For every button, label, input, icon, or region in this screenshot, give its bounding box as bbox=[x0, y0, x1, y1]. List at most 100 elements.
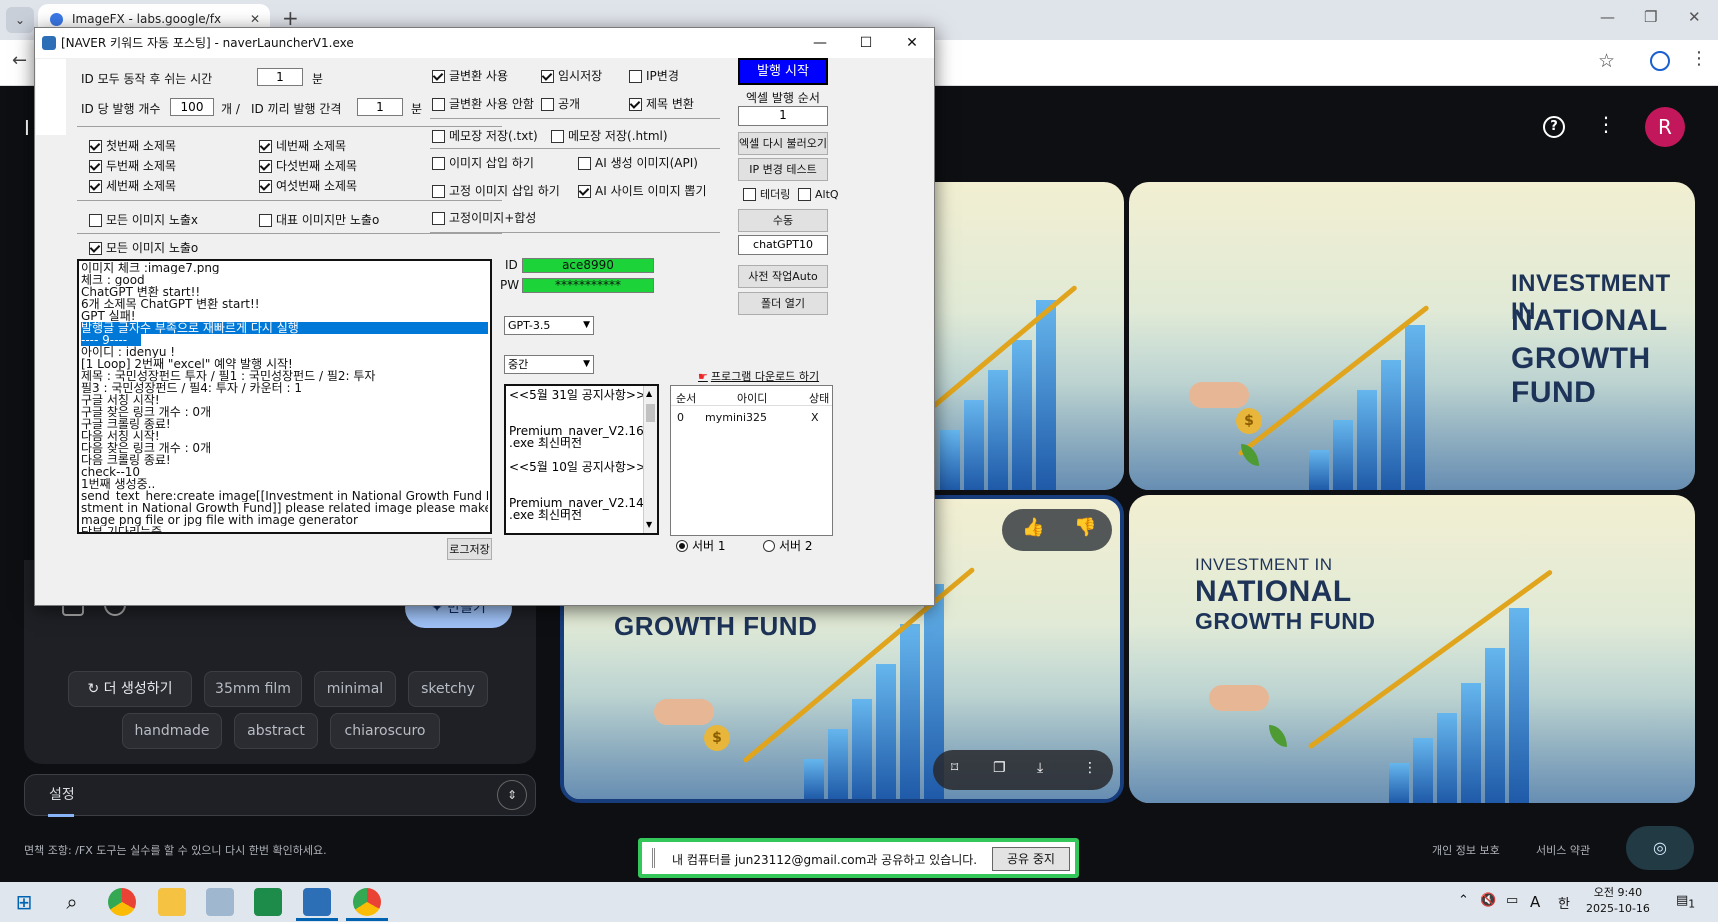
server2-radio[interactable]: 서버 2 bbox=[763, 540, 813, 552]
chatgpt-field[interactable]: chatGPT10 bbox=[738, 235, 828, 255]
generated-image-4[interactable]: INVESTMENT IN NATIONAL GROWTH FUND bbox=[1129, 495, 1695, 803]
naver-launcher-icon[interactable] bbox=[303, 888, 331, 916]
open-folder-button[interactable]: 폴더 열기 bbox=[738, 292, 828, 315]
chip-minimal[interactable]: minimal bbox=[314, 671, 396, 707]
account-grid[interactable]: 순서 아이디 상태 0 mymini325 X bbox=[670, 385, 833, 536]
notification-icon[interactable]: ▤1 bbox=[1676, 893, 1695, 911]
ime-mode-han[interactable]: 한 bbox=[1558, 893, 1570, 912]
length-select[interactable]: 중간 ▼ bbox=[504, 355, 594, 374]
sentence-transform-use-checkbox[interactable]: 글변환 사용 bbox=[432, 70, 508, 83]
help-icon[interactable]: ? bbox=[1543, 116, 1565, 138]
log-save-button[interactable]: 로그저장 bbox=[447, 538, 492, 560]
image-insert-checkbox[interactable]: 이미지 삽입 하기 bbox=[432, 157, 534, 170]
tab-search-dropdown[interactable]: ⌄ bbox=[6, 7, 34, 33]
pre-work-auto-button[interactable]: 사전 작업Auto bbox=[738, 265, 828, 288]
scroll-up-icon[interactable]: ▲ bbox=[646, 388, 652, 400]
privacy-link[interactable]: 개인 정보 보호 bbox=[1432, 842, 1500, 858]
volume-icon[interactable]: 🔇 bbox=[1480, 893, 1496, 908]
browser-menu-icon[interactable]: ⋮ bbox=[1690, 48, 1708, 69]
back-button[interactable]: ← bbox=[12, 50, 27, 71]
image-more-icon[interactable]: ⋮ bbox=[1083, 760, 1097, 776]
memo-txt-checkbox[interactable]: 메모장 저장(.txt) bbox=[432, 130, 538, 143]
settings-panel[interactable]: 설정 bbox=[24, 774, 536, 816]
pw-field[interactable]: *********** bbox=[522, 278, 654, 293]
manual-button[interactable]: 수동 bbox=[738, 209, 828, 232]
excel-order-input[interactable]: 1 bbox=[738, 106, 828, 126]
terms-link[interactable]: 서비스 약관 bbox=[1536, 842, 1590, 858]
sub1-checkbox[interactable]: 첫번째 소제목 bbox=[89, 140, 176, 153]
all-images-shown-checkbox[interactable]: 모든 이미지 노출o bbox=[89, 242, 198, 255]
avatar[interactable]: R bbox=[1645, 107, 1685, 147]
window-maximize-icon[interactable]: ☐ bbox=[843, 28, 889, 58]
chip-sketchy[interactable]: sketchy bbox=[408, 671, 488, 707]
chip-35mm-film[interactable]: 35mm film bbox=[204, 671, 302, 707]
temp-save-checkbox[interactable]: 임시저장 bbox=[541, 70, 602, 83]
sub6-checkbox[interactable]: 여섯번째 소제목 bbox=[259, 180, 357, 193]
altq-checkbox[interactable]: AltQ bbox=[798, 188, 839, 201]
program-download-link[interactable]: ☛ 프로그램 다운로드 하기 bbox=[698, 368, 819, 384]
expand-icon[interactable]: ⇕ bbox=[497, 780, 527, 810]
window-title-bar[interactable]: [NAVER 키워드 자동 포스팅] - naverLauncherV1.exe… bbox=[35, 28, 934, 58]
copy-image-icon[interactable]: ❐ bbox=[993, 760, 1006, 776]
generate-more-chip[interactable]: ↻ 더 생성하기 bbox=[68, 671, 192, 707]
ime-mode-a[interactable]: A bbox=[1530, 893, 1540, 911]
download-icon[interactable]: ⤓ bbox=[1037, 760, 1043, 776]
log-output[interactable]: 이미지 체크 :image7.png 체크 : good ChatGPT 변환 … bbox=[77, 259, 492, 534]
feedback-button[interactable]: ◎ bbox=[1626, 826, 1694, 870]
profile-icon[interactable] bbox=[1650, 51, 1670, 71]
scroll-down-icon[interactable]: ▼ bbox=[646, 519, 652, 531]
chip-handmade[interactable]: handmade bbox=[122, 713, 222, 749]
rep-image-only-checkbox[interactable]: 대표 이미지만 노출o bbox=[259, 214, 379, 227]
window-minimize-icon[interactable]: — bbox=[797, 28, 843, 58]
interval-input[interactable]: 1 bbox=[357, 98, 403, 116]
ai-image-api-checkbox[interactable]: AI 생성 이미지(API) bbox=[578, 157, 698, 170]
drag-handle-icon[interactable] bbox=[652, 848, 655, 868]
sub3-checkbox[interactable]: 세번째 소제목 bbox=[89, 180, 176, 193]
photos-icon[interactable] bbox=[206, 888, 234, 916]
thumbs-up-icon[interactable]: 👍 bbox=[1022, 517, 1044, 538]
bookmark-icon[interactable]: ⌑ bbox=[951, 760, 958, 776]
posts-per-id-input[interactable]: 100 bbox=[170, 98, 214, 116]
tray-chevron-icon[interactable]: ⌃ bbox=[1458, 893, 1469, 908]
sub5-checkbox[interactable]: 다섯번째 소제목 bbox=[259, 160, 357, 173]
more-options-icon[interactable]: ⋮ bbox=[1596, 112, 1616, 136]
memo-html-checkbox[interactable]: 메모장 저장(.html) bbox=[551, 130, 668, 143]
spreadsheet-icon[interactable] bbox=[254, 888, 282, 916]
close-icon[interactable]: ✕ bbox=[1688, 8, 1701, 26]
minimize-icon[interactable]: — bbox=[1600, 8, 1615, 26]
notice-box[interactable]: <<5월 31일 공지사항>> Premium_naver_V2.168 .ex… bbox=[504, 384, 659, 535]
bookmark-star-icon[interactable]: ☆ bbox=[1598, 50, 1615, 72]
fixed-image-combo-checkbox[interactable]: 고정이미지+합성 bbox=[432, 212, 536, 225]
chip-chiaroscuro[interactable]: chiaroscuro bbox=[330, 713, 440, 749]
chrome-icon[interactable] bbox=[108, 888, 136, 916]
sentence-transform-nouse-checkbox[interactable]: 글변환 사용 안함 bbox=[432, 98, 534, 111]
clock[interactable]: 오전 9:40 2025-10-16 bbox=[1586, 885, 1650, 917]
excel-reload-button[interactable]: 엑셀 다시 불러오기 bbox=[738, 132, 828, 155]
notice-scrollbar[interactable]: ▲ ▼ bbox=[643, 386, 657, 533]
generated-image-2[interactable]: $ INVESTMENT IN NATIONAL GROWTH FUND bbox=[1129, 182, 1695, 490]
start-icon[interactable]: ⊞ bbox=[10, 888, 38, 916]
chrome-icon[interactable] bbox=[353, 888, 381, 916]
ai-site-image-checkbox[interactable]: AI 사이트 이미지 뽑기 bbox=[578, 185, 707, 198]
network-icon[interactable]: ▭ bbox=[1506, 893, 1518, 908]
file-explorer-icon[interactable] bbox=[158, 888, 186, 916]
id-field[interactable]: ace8990 bbox=[522, 258, 654, 273]
all-images-hidden-checkbox[interactable]: 모든 이미지 노출x bbox=[89, 214, 198, 227]
ip-change-test-button[interactable]: IP 변경 테스트 bbox=[738, 158, 828, 181]
scroll-thumb[interactable] bbox=[646, 404, 655, 422]
fixed-image-checkbox[interactable]: 고정 이미지 삽입 하기 bbox=[432, 185, 560, 198]
search-icon[interactable]: ⌕ bbox=[58, 888, 86, 916]
sub4-checkbox[interactable]: 네번째 소제목 bbox=[259, 140, 346, 153]
title-transform-checkbox[interactable]: 제목 변환 bbox=[629, 98, 694, 111]
sub2-checkbox[interactable]: 두번째 소제목 bbox=[89, 160, 176, 173]
rest-time-input[interactable]: 1 bbox=[257, 68, 303, 86]
gpt-model-select[interactable]: GPT-3.5 ▼ bbox=[504, 316, 594, 335]
window-close-icon[interactable]: ✕ bbox=[889, 28, 935, 58]
ip-change-checkbox[interactable]: IP변경 bbox=[629, 70, 679, 83]
tethering-checkbox[interactable]: 테더링 bbox=[743, 188, 790, 201]
server1-radio[interactable]: 서버 1 bbox=[676, 540, 726, 552]
stop-sharing-button[interactable]: 공유 중지 bbox=[992, 847, 1070, 871]
thumbs-down-icon[interactable]: 👎 bbox=[1074, 517, 1096, 538]
restore-icon[interactable]: ❐ bbox=[1644, 8, 1657, 26]
public-checkbox[interactable]: 공개 bbox=[541, 98, 580, 111]
